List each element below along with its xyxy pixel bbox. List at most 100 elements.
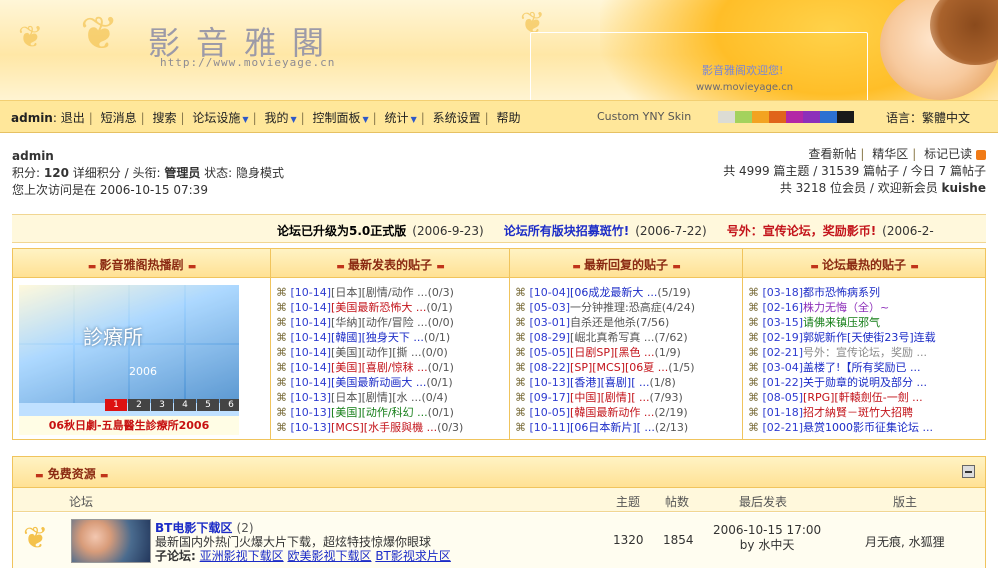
list-item[interactable]: ⌘ [03-01]自杀还是他杀(7/56) — [515, 315, 739, 330]
nav-help[interactable]: 帮助 — [496, 109, 520, 126]
skin-color-swatch[interactable] — [769, 111, 786, 123]
forum-last-post[interactable]: 2006-10-15 17:00 by 水中天 — [713, 523, 821, 553]
language-selector[interactable]: 语言：繁體中文 — [886, 109, 970, 126]
post-title[interactable]: 请佛来镇压邪气 — [803, 316, 880, 329]
list-item[interactable]: ⌘ [02-21]悬赏1000影币征集论坛 ... — [748, 420, 982, 435]
announcement-item[interactable]: 论坛所有版块招募斑竹! (2006-7-22) — [504, 224, 707, 238]
skin-color-swatch[interactable] — [718, 111, 735, 123]
promo-page-button[interactable]: 1 — [105, 399, 127, 411]
list-item[interactable]: ⌘ [02-16]株力无悔（全）~ — [748, 300, 982, 315]
nav-search[interactable]: 搜索 — [153, 109, 177, 126]
announcement-title[interactable]: 号外：宣传论坛，奖励影币! — [727, 224, 876, 238]
promo-page-button[interactable]: 3 — [151, 399, 173, 411]
post-title[interactable]: 招才納賢－斑竹大招聘 — [803, 406, 913, 419]
view-new-posts-link[interactable]: 查看新帖 — [808, 147, 856, 161]
post-title[interactable]: [美国][动作/科幻 ... — [331, 406, 428, 419]
post-title[interactable]: [韓國][独身天下 ... — [331, 331, 424, 344]
skin-color-swatch[interactable] — [820, 111, 837, 123]
list-item[interactable]: ⌘ [01-18]招才納賢－斑竹大招聘 — [748, 405, 982, 420]
post-title[interactable]: 郭妮新作[天使街23号]连载 — [803, 331, 936, 344]
post-title[interactable]: [MCS][水手服與機 ... — [331, 421, 437, 434]
nav-forum-tools[interactable]: 论坛设施 ▼ — [192, 109, 248, 126]
list-item[interactable]: ⌘ [10-13][MCS][水手服與機 ...(0/3) — [276, 420, 506, 435]
forum-moderators[interactable]: 月无痕, 水狐狸 — [865, 533, 945, 550]
post-title[interactable]: 关于勋章的说明及部分 ... — [803, 376, 927, 389]
announcement-title[interactable]: 论坛所有版块招募斑竹! — [504, 224, 629, 238]
user-status[interactable]: 隐身模式 — [236, 166, 284, 180]
post-title[interactable]: [日本][剧情][水 ... — [331, 391, 421, 404]
promo-page-button[interactable]: 2 — [128, 399, 150, 411]
post-title[interactable]: [中国][剧情][ ... — [570, 391, 649, 404]
post-title[interactable]: [RPG][軒轅劍伍-一劍 ... — [803, 391, 923, 404]
post-title[interactable]: [日本][剧情/动作 ... — [331, 286, 428, 299]
last-post-author[interactable]: by 水中天 — [713, 538, 821, 553]
subforum-link[interactable]: 亚洲影视下载区 — [200, 549, 284, 563]
post-title[interactable]: [华納][动作/冒险 ... — [331, 316, 428, 329]
post-title[interactable]: 号外：宣传论坛，奖励 ... — [803, 346, 927, 359]
list-item[interactable]: ⌘ [10-14][美国][喜剧/惊秣 ...(0/1) — [276, 360, 506, 375]
nav-system-settings[interactable]: 系统设置 — [433, 109, 481, 126]
post-title[interactable]: 盖楼了!【所有奖励已 ... — [803, 361, 920, 374]
subforum-link[interactable]: BT影视求片区 — [375, 549, 451, 563]
post-title[interactable]: [崛北真希写真 ... — [570, 331, 654, 344]
list-item[interactable]: ⌘ [10-14][韓國][独身天下 ...(0/1) — [276, 330, 506, 345]
post-title[interactable]: [SP][MCS][06夏 ... — [570, 361, 668, 374]
list-item[interactable]: ⌘ [10-11][06日本新片][ ...(2/13) — [515, 420, 739, 435]
post-title[interactable]: [06成龙最新大 ... — [570, 286, 657, 299]
newest-member[interactable]: kuishe — [942, 181, 986, 195]
list-item[interactable]: ⌘ [08-22][SP][MCS][06夏 ...(1/5) — [515, 360, 739, 375]
post-title[interactable]: [香港][喜剧][ ... — [570, 376, 649, 389]
post-title[interactable]: 都市恐怖病系列 — [803, 286, 880, 299]
list-item[interactable]: ⌘ [10-04][06成龙最新大 ...(5/19) — [515, 285, 739, 300]
list-item[interactable]: ⌘ [10-13][美国][动作/科幻 ...(0/1) — [276, 405, 506, 420]
post-title[interactable]: 悬赏1000影币征集论坛 ... — [803, 421, 933, 434]
promo-page-button[interactable]: 4 — [174, 399, 196, 411]
list-item[interactable]: ⌘ [10-13][香港][喜剧][ ...(1/8) — [515, 375, 739, 390]
skin-color-swatch[interactable] — [752, 111, 769, 123]
list-item[interactable]: ⌘ [10-14][美国][动作][撕 ...(0/0) — [276, 345, 506, 360]
mark-read-link[interactable]: 标记已读 — [924, 147, 972, 161]
promo-page-button[interactable]: 6 — [220, 399, 239, 411]
list-item[interactable]: ⌘ [10-13][日本][剧情][水 ...(0/4) — [276, 390, 506, 405]
collapse-icon[interactable] — [962, 465, 975, 478]
post-title[interactable]: [美国][动作][撕 ... — [331, 346, 421, 359]
post-title[interactable]: 一分钟推理:恐高症 — [570, 301, 662, 314]
digest-link[interactable]: 精华区 — [872, 147, 908, 161]
list-item[interactable]: ⌘ [02-19]郭妮新作[天使街23号]连载 — [748, 330, 982, 345]
nav-control-panel[interactable]: 控制面板 ▼ — [313, 109, 369, 126]
skin-color-swatch[interactable] — [803, 111, 820, 123]
nav-messages[interactable]: 短消息 — [101, 109, 137, 126]
skin-color-swatch[interactable] — [837, 111, 854, 123]
post-title[interactable]: [美国最新动画大 ... — [331, 376, 426, 389]
skin-color-swatch[interactable] — [735, 111, 752, 123]
nav-logout[interactable]: 退出 — [61, 109, 85, 126]
post-title[interactable]: [06日本新片][ ... — [570, 421, 655, 434]
list-item[interactable]: ⌘ [03-04]盖楼了!【所有奖励已 ... — [748, 360, 982, 375]
promo-slideshow[interactable]: 診療所 2006 123456 06秋日劇-五島醫生診療所2006 — [19, 285, 239, 435]
post-title[interactable]: [韓国最新动作 ... — [570, 406, 654, 419]
nav-my[interactable]: 我的 ▼ — [264, 109, 296, 126]
list-item[interactable]: ⌘ [03-18]都市恐怖病系列 — [748, 285, 982, 300]
list-item[interactable]: ⌘ [10-14][华納][动作/冒险 ...(0/0) — [276, 315, 506, 330]
forum-thumbnail[interactable] — [71, 519, 151, 563]
subforum-link[interactable]: 欧美影视下载区 — [287, 549, 371, 563]
list-item[interactable]: ⌘ [03-15]请佛来镇压邪气 — [748, 315, 982, 330]
list-item[interactable]: ⌘ [01-22]关于勋章的说明及部分 ... — [748, 375, 982, 390]
list-item[interactable]: ⌘ [10-14][美国最新恐怖大 ...(0/1) — [276, 300, 506, 315]
skin-color-swatch[interactable] — [786, 111, 803, 123]
list-item[interactable]: ⌘ [10-14][日本][剧情/动作 ...(0/3) — [276, 285, 506, 300]
list-item[interactable]: ⌘ [05-03]一分钟推理:恐高症(4/24) — [515, 300, 739, 315]
post-title[interactable]: [美国最新恐怖大 ... — [331, 301, 426, 314]
announcement-item[interactable]: 论坛已升级为5.0正式版 (2006-9-23) — [277, 224, 484, 238]
post-title[interactable]: 株力无悔（全）~ — [803, 301, 889, 314]
announcement-item[interactable]: 号外：宣传论坛，奖励影币! (2006-2- — [727, 224, 934, 238]
promo-page-button[interactable]: 5 — [197, 399, 219, 411]
list-item[interactable]: ⌘ [10-05][韓国最新动作 ...(2/19) — [515, 405, 739, 420]
points-detail-link[interactable]: 详细积分 / 头衔: — [73, 166, 161, 180]
list-item[interactable]: ⌘ [08-29][崛北真希写真 ...(7/62) — [515, 330, 739, 345]
list-item[interactable]: ⌘ [08-05][RPG][軒轅劍伍-一劍 ... — [748, 390, 982, 405]
user-name[interactable]: admin — [12, 148, 284, 165]
promo-caption[interactable]: 06秋日劇-五島醫生診療所2006 — [19, 416, 239, 435]
list-item[interactable]: ⌘ [09-17][中国][剧情][ ...(7/93) — [515, 390, 739, 405]
post-title[interactable]: 自杀还是他杀 — [570, 316, 636, 329]
